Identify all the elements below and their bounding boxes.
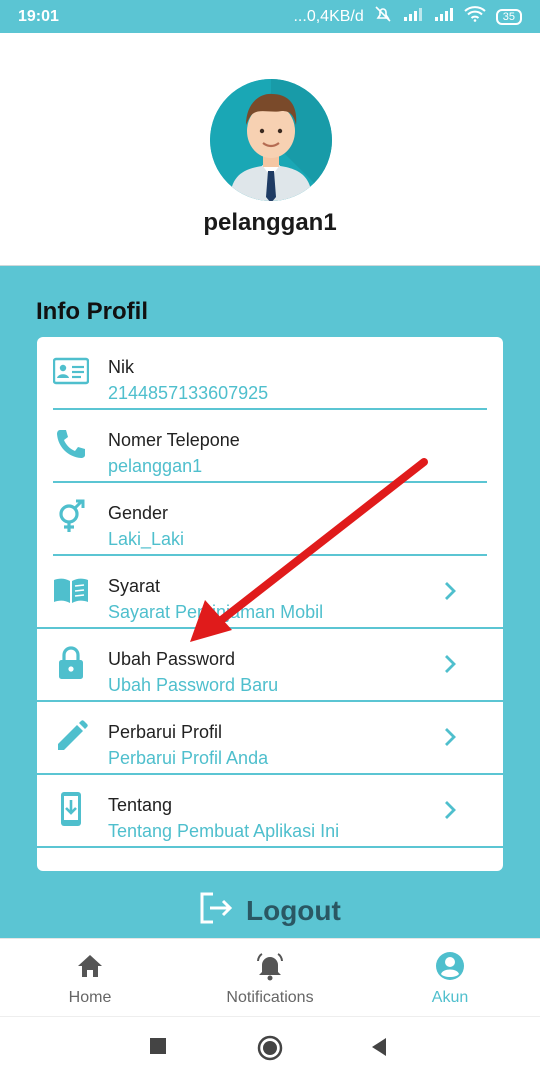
username: pelanggan1 bbox=[203, 209, 337, 236]
row-label: Tentang bbox=[108, 795, 173, 815]
row-value: 2144857133607925 bbox=[108, 383, 269, 403]
info-row-perbarui-profil[interactable]: Perbarui Profil Perbarui Profil Anda bbox=[37, 702, 503, 775]
user-avatar-icon bbox=[210, 79, 332, 201]
row-label: Gender bbox=[108, 503, 169, 523]
row-value: Laki_Laki bbox=[108, 529, 185, 549]
row-value: Ubah Password Baru bbox=[108, 675, 279, 695]
logout-button[interactable]: Logout bbox=[198, 890, 341, 931]
status-time: 19:01 bbox=[18, 7, 59, 25]
info-row-ubah-password[interactable]: Ubah Password Ubah Password Baru bbox=[37, 629, 503, 702]
back-icon[interactable] bbox=[370, 1037, 388, 1062]
chevron-right-icon bbox=[441, 580, 459, 602]
home-circle-icon[interactable] bbox=[257, 1035, 283, 1066]
chevron-right-icon bbox=[441, 653, 459, 675]
nav-label: Notifications bbox=[226, 989, 314, 1006]
row-value: pelanggan1 bbox=[108, 456, 203, 476]
phone-download-icon bbox=[53, 791, 89, 827]
nav-label: Home bbox=[68, 989, 112, 1006]
phone-icon bbox=[53, 426, 89, 462]
chevron-right-icon bbox=[441, 799, 459, 821]
account-icon bbox=[435, 951, 465, 981]
row-divider bbox=[37, 846, 503, 848]
id-card-icon bbox=[52, 353, 90, 389]
home-icon bbox=[75, 951, 105, 981]
network-speed: ...0,4KB/d bbox=[293, 7, 364, 25]
system-nav-bar bbox=[0, 1016, 540, 1080]
info-row-tentang[interactable]: Tentang Tentang Pembuat Aplikasi Ini bbox=[37, 775, 503, 848]
nav-home[interactable]: Home bbox=[20, 951, 160, 1007]
row-label: Perbarui Profil bbox=[108, 722, 223, 742]
row-label: Nomer Telepone bbox=[108, 430, 240, 450]
info-card: Nik 2144857133607925 Nomer Telepone pela… bbox=[37, 337, 503, 871]
row-value: Perbarui Profil Anda bbox=[108, 748, 269, 768]
4g-signal-icon bbox=[402, 6, 424, 27]
section-title: Info Profil bbox=[36, 298, 148, 325]
bottom-nav: Home Notifications Akun bbox=[0, 938, 540, 1016]
row-label: Ubah Password bbox=[108, 649, 236, 669]
pencil-icon bbox=[53, 718, 89, 754]
info-row-gender: Gender Laki_Laki bbox=[37, 483, 503, 556]
chevron-right-icon bbox=[441, 726, 459, 748]
info-row-phone: Nomer Telepone pelanggan1 bbox=[37, 410, 503, 483]
row-value: Tentang Pembuat Aplikasi Ini bbox=[108, 821, 340, 841]
battery-icon: 35 bbox=[495, 8, 522, 25]
info-row-syarat[interactable]: Syarat Sayarat Peminjaman Mobil bbox=[37, 556, 503, 629]
status-bar: 19:01 ...0,4KB/d 35 bbox=[0, 0, 540, 33]
logout-icon bbox=[198, 890, 234, 931]
lock-icon bbox=[53, 645, 89, 681]
logout-label: Logout bbox=[246, 894, 341, 926]
book-icon bbox=[53, 572, 89, 608]
mute-icon bbox=[374, 5, 392, 28]
profile-header: pelanggan1 bbox=[0, 33, 540, 266]
signal-icon bbox=[434, 6, 454, 27]
bell-icon bbox=[255, 951, 285, 981]
row-label: Nik bbox=[108, 357, 134, 377]
row-label: Syarat bbox=[108, 576, 161, 596]
gender-icon bbox=[53, 499, 89, 535]
wifi-icon bbox=[464, 6, 486, 27]
nav-label: Akun bbox=[431, 989, 469, 1006]
nav-akun[interactable]: Akun bbox=[380, 951, 520, 1007]
recents-icon[interactable] bbox=[149, 1037, 167, 1060]
row-value: Sayarat Peminjaman Mobil bbox=[108, 602, 324, 622]
nav-notifications[interactable]: Notifications bbox=[200, 951, 340, 1007]
info-row-nik: Nik 2144857133607925 bbox=[37, 337, 503, 410]
